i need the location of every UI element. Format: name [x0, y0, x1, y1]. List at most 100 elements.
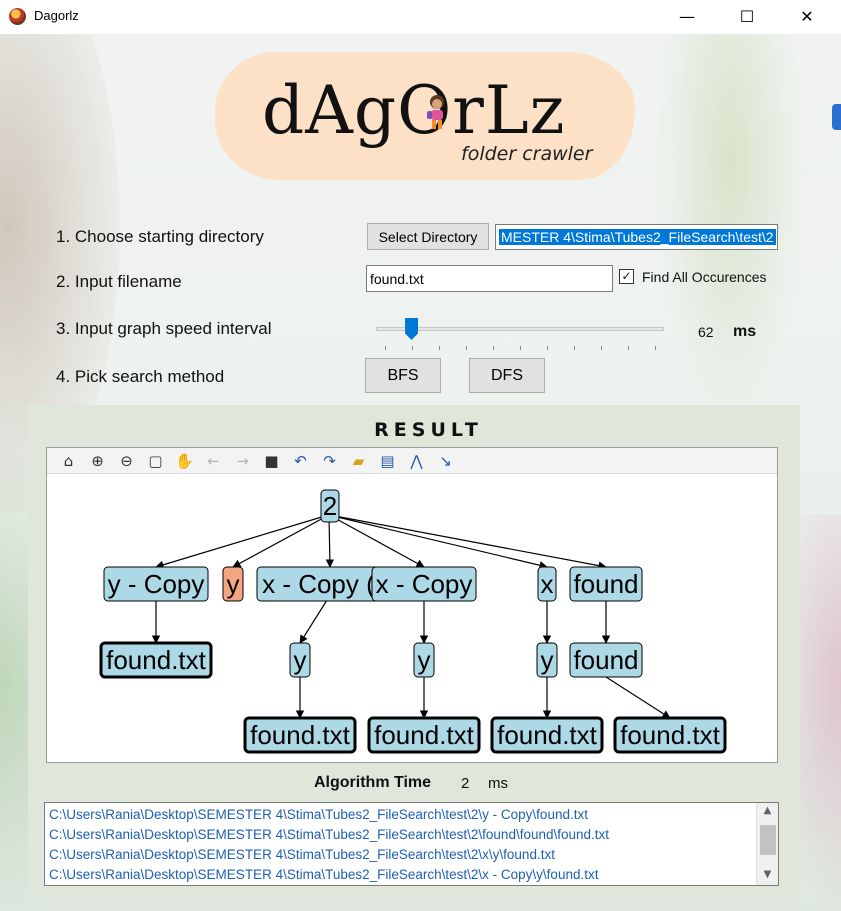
logo-title: dAgOrLz: [262, 72, 566, 149]
maximize-button[interactable]: ☐: [724, 0, 770, 32]
graph-node-level2[interactable]: found.txt: [99, 641, 213, 679]
slider-tick: [412, 346, 413, 350]
slider-tick: [601, 346, 602, 350]
graph-node-level1[interactable]: found: [569, 566, 643, 602]
directory-path-input[interactable]: MESTER 4\Stima\Tubes2_FileSearch\test\2: [495, 224, 778, 250]
redo-icon[interactable]: ↷: [318, 450, 341, 472]
find-all-checkbox[interactable]: ✓: [619, 269, 634, 284]
slider-tick: [493, 346, 494, 350]
result-title: RESULT: [374, 419, 483, 441]
slider-tick: [466, 346, 467, 350]
path-item[interactable]: C:\Users\Rania\Desktop\SEMESTER 4\Stima\…: [49, 827, 609, 842]
undo-icon[interactable]: ↶: [289, 450, 312, 472]
graph-node-level3[interactable]: found.txt: [490, 716, 604, 754]
pan-hand-icon[interactable]: ✋: [173, 450, 196, 472]
scroll-down-icon[interactable]: ▼: [757, 867, 778, 883]
slider-tick: [574, 346, 575, 350]
method-label: 4. Pick search method: [56, 367, 225, 386]
directory-label: 1. Choose starting directory: [56, 227, 264, 246]
slider-tick: [655, 346, 656, 350]
graph-node-level2[interactable]: y: [536, 642, 558, 678]
graph-node-label: x: [541, 569, 554, 599]
graph-node-label: found.txt: [620, 720, 721, 750]
save-icon[interactable]: ■: [260, 450, 283, 472]
graph-node-label: y: [541, 645, 554, 675]
graph-node-root[interactable]: 2: [320, 489, 340, 523]
filename-input[interactable]: found.txt: [366, 265, 613, 292]
path-item[interactable]: C:\Users\Rania\Desktop\SEMESTER 4\Stima\…: [49, 867, 598, 882]
zoom-in-icon[interactable]: ⊕: [86, 450, 109, 472]
graph-node-level3[interactable]: found.txt: [367, 716, 481, 754]
graph-node-level1[interactable]: x: [537, 566, 557, 602]
path-item[interactable]: C:\Users\Rania\Desktop\SEMESTER 4\Stima\…: [49, 807, 588, 822]
find-all-label: Find All Occurences: [642, 269, 767, 285]
graph-node-level1[interactable]: x - Copy: [371, 566, 477, 602]
dfs-button[interactable]: DFS: [469, 358, 545, 393]
graph-node-label: y: [227, 569, 240, 599]
filename-label: 2. Input filename: [56, 272, 182, 291]
scroll-up-icon[interactable]: ▲: [757, 803, 778, 819]
speed-value: 62: [698, 324, 714, 340]
speed-label: 3. Input graph speed interval: [56, 319, 272, 338]
slider-tick: [547, 346, 548, 350]
graph-node-level2[interactable]: y: [289, 642, 311, 678]
back-arrow-icon[interactable]: ←: [202, 450, 225, 472]
path-list-scrollbar[interactable]: ▲ ▼: [756, 803, 778, 885]
close-button[interactable]: ✕: [784, 0, 830, 32]
graph-node-level2[interactable]: found: [569, 642, 643, 678]
select-directory-button[interactable]: Select Directory: [367, 223, 489, 250]
open-folder-icon[interactable]: ▰: [347, 450, 370, 472]
graph-node-label: found.txt: [250, 720, 351, 750]
home-icon[interactable]: ⌂: [57, 450, 80, 472]
zoom-out-icon[interactable]: ⊖: [115, 450, 138, 472]
bfs-button[interactable]: BFS: [365, 358, 441, 393]
graph-node-label: found.txt: [106, 645, 207, 675]
scroll-thumb[interactable]: [760, 825, 776, 855]
algorithm-time-label: Algorithm Time: [314, 774, 432, 791]
select-rect-icon[interactable]: ▢: [144, 450, 167, 472]
graph-edge: [299, 600, 327, 644]
graph-node-level3[interactable]: found.txt: [243, 716, 357, 754]
graph-edge: [332, 515, 548, 570]
slider-tick: [520, 346, 521, 350]
graph-node-level1[interactable]: y - Copy: [103, 566, 209, 602]
graph-edge: [334, 515, 607, 570]
print-icon[interactable]: ▤: [376, 450, 399, 472]
window-title: Dagorlz: [34, 8, 79, 23]
slider-tick: [385, 346, 386, 350]
arrow-tool-icon[interactable]: ↘: [434, 450, 457, 472]
graph-edge: [605, 676, 671, 719]
minimize-button[interactable]: —: [664, 0, 710, 32]
result-path-list[interactable]: C:\Users\Rania\Desktop\SEMESTER 4\Stima\…: [44, 802, 779, 886]
dora-figure-icon: [427, 95, 444, 129]
logo-subtitle: folder crawler: [461, 143, 593, 165]
graph-node-level3[interactable]: found.txt: [613, 716, 727, 754]
graph-node-level2[interactable]: y: [413, 642, 435, 678]
graph-node-label: 2: [323, 491, 337, 521]
graph-toolbar: ⌂ ⊕ ⊖ ▢ ✋ ← → ■ ↶ ↷ ▰ ▤ ⋀ ↘: [47, 448, 777, 474]
algorithm-time-value: 2: [461, 775, 470, 792]
graph-node-label: found: [573, 569, 638, 599]
graph-edge: [155, 515, 326, 569]
speed-unit: ms: [733, 323, 757, 340]
app-logo-icon: [9, 8, 26, 25]
graph-node-level1[interactable]: y: [222, 566, 244, 602]
slider-tick: [439, 346, 440, 350]
graph-edge: [232, 515, 328, 568]
graph-node-label: found.txt: [497, 720, 598, 750]
graph-node-label: found.txt: [374, 720, 475, 750]
graph-node-label: x - Copy: [376, 569, 473, 599]
slider-tick: [628, 346, 629, 350]
graph-edge: [325, 515, 335, 568]
graph-node-label: y - Copy: [108, 569, 205, 599]
edge-accent: [832, 104, 841, 130]
forward-arrow-icon[interactable]: →: [231, 450, 254, 472]
directory-path-text: MESTER 4\Stima\Tubes2_FileSearch\test\2: [499, 229, 776, 245]
speed-slider-track[interactable]: [376, 327, 664, 331]
algorithm-time-unit: ms: [488, 775, 508, 792]
graph-node-label: y: [294, 645, 307, 675]
title-bar: Dagorlz — ☐ ✕: [0, 0, 841, 34]
layout-icon[interactable]: ⋀: [405, 450, 428, 472]
path-item[interactable]: C:\Users\Rania\Desktop\SEMESTER 4\Stima\…: [49, 847, 555, 862]
graph-node-label: found: [573, 645, 638, 675]
